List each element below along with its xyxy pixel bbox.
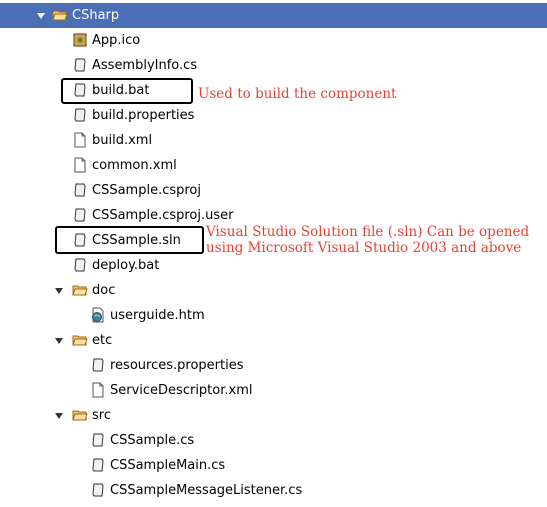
tree-item-label: build.xml [92, 133, 153, 148]
tree-item-cssample-cs[interactable]: CSSample.cs [0, 428, 547, 453]
script-file-icon [92, 483, 104, 497]
folder-open-icon [72, 335, 88, 346]
tree-item-label: AssemblyInfo.cs [92, 58, 198, 73]
tree-item-label: CSSample.csproj [92, 183, 202, 198]
script-file-icon [92, 433, 104, 447]
tree-item-label: userguide.htm [110, 308, 205, 323]
folder-open-icon [72, 410, 88, 421]
tree-item-label: CSharp [72, 8, 120, 23]
annotation-sln-line1: Visual Studio Solution file (.sln) Can b… [206, 224, 530, 240]
tree-item-label: build.properties [92, 108, 195, 123]
script-file-icon [92, 358, 104, 372]
tree-item-common-xml[interactable]: common.xml [0, 153, 547, 178]
tree-item-cssample-csproj[interactable]: CSSample.csproj [0, 178, 547, 203]
tree-item-cssamplemessagelistener-cs[interactable]: CSSampleMessageListener.cs [0, 478, 547, 503]
document-file-icon [74, 132, 86, 148]
expander-arrow-icon[interactable] [54, 286, 64, 296]
tree-item-build-xml[interactable]: build.xml [0, 128, 547, 153]
tree-item-build-properties[interactable]: build.properties [0, 103, 547, 128]
document-file-icon [74, 157, 86, 173]
html-file-icon [92, 307, 104, 323]
callout-box-cssample-sln [55, 226, 204, 254]
tree-item-cssamplemain-cs[interactable]: CSSampleMain.cs [0, 453, 547, 478]
tree-item-label: App.ico [92, 33, 141, 48]
tree-item-resources-properties[interactable]: resources.properties [0, 353, 547, 378]
tree-item-servicedescriptor[interactable]: ServiceDescriptor.xml [0, 378, 547, 403]
script-file-icon [74, 108, 86, 122]
folder-open-icon [72, 285, 88, 296]
script-file-icon [74, 258, 86, 272]
script-file-icon [74, 208, 86, 222]
tree-item-label: src [92, 408, 111, 423]
tree-item-label: CSSampleMessageListener.cs [110, 483, 303, 498]
tree-item-etc[interactable]: etc [0, 328, 547, 353]
tree-item-doc[interactable]: doc [0, 278, 547, 303]
script-file-icon [74, 58, 86, 72]
tree-item-label: CSSampleMain.cs [110, 458, 226, 473]
annotation-sln-line2: using Microsoft Visual Studio 2003 and a… [206, 240, 522, 256]
tree-item-src[interactable]: src [0, 403, 547, 428]
tree-item-userguide[interactable]: userguide.htm [0, 303, 547, 328]
folder-open-icon [52, 10, 68, 21]
script-file-icon [92, 458, 104, 472]
tree-item-label: CSSample.csproj.user [92, 208, 234, 223]
annotation-build-bat: Used to build the component [198, 86, 397, 102]
tree-item-label: ServiceDescriptor.xml [110, 383, 253, 398]
tree-item-label: resources.properties [110, 358, 244, 373]
tree-item-deploy-bat[interactable]: deploy.bat [0, 253, 547, 278]
tree-item-label: etc [92, 333, 113, 348]
document-file-icon [92, 382, 104, 398]
script-file-icon [74, 183, 86, 197]
tree-item-label: deploy.bat [92, 258, 160, 273]
tree-item-app-ico[interactable]: App.ico [0, 28, 547, 53]
expander-arrow-icon[interactable] [54, 411, 64, 421]
tree-item-label: doc [92, 283, 116, 298]
tree-item-label: CSSample.cs [110, 433, 195, 448]
expander-arrow-icon[interactable] [36, 11, 46, 21]
callout-box-build-bat [61, 78, 193, 104]
image-file-icon [73, 33, 87, 47]
tree-item-label: common.xml [92, 158, 177, 173]
tree-item-assemblyinfo[interactable]: AssemblyInfo.cs [0, 53, 547, 78]
expander-arrow-icon[interactable] [54, 336, 64, 346]
tree-item-csharp[interactable]: CSharp [0, 3, 547, 28]
